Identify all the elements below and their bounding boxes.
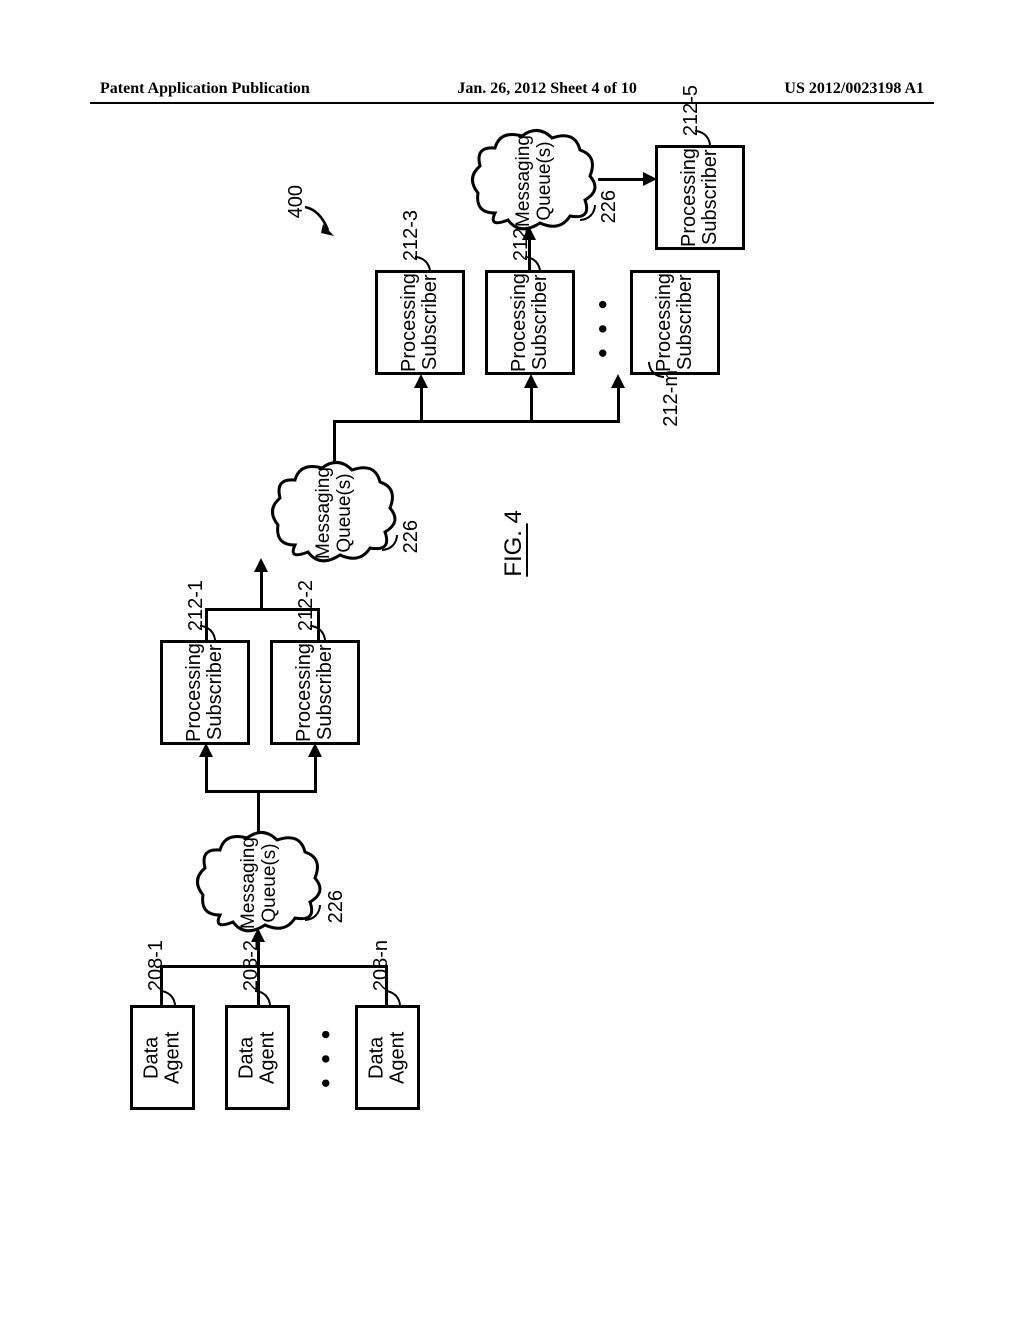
- label-data-agent: Data Agent: [142, 1031, 184, 1083]
- box-ps-3: Processing Subscriber: [375, 270, 465, 375]
- arrow: [385, 968, 388, 1005]
- arrow: [257, 790, 317, 793]
- arrow: [205, 610, 208, 640]
- header-center: Jan. 26, 2012 Sheet 4 of 10: [457, 80, 637, 98]
- leader-212-m: [648, 362, 664, 378]
- label-processing-subscriber: Processing Subscriber: [509, 273, 551, 372]
- arrow: [420, 420, 620, 423]
- figure-400: 400 Data Agent 208-1 Data Agent 208-2 • …: [100, 150, 740, 1150]
- arrow: [260, 570, 263, 611]
- arrow: [160, 968, 163, 1005]
- figure-label: FIG. 4: [500, 510, 528, 577]
- label-processing-subscriber: Processing Subscriber: [184, 643, 226, 742]
- box-ps-5: Processing Subscriber: [655, 145, 745, 250]
- box-ps-2: Processing Subscriber: [270, 640, 360, 745]
- label-processing-subscriber: Processing Subscriber: [679, 148, 721, 247]
- arrow: [598, 178, 646, 181]
- arrowhead-icon: [308, 743, 322, 757]
- arrow: [205, 755, 208, 793]
- arrow: [257, 790, 260, 832]
- header-right: US 2012/0023198 A1: [784, 80, 924, 98]
- ref-226-b: 226: [400, 520, 423, 553]
- box-data-agent-n: Data Agent: [355, 1005, 420, 1110]
- label-messaging-queue: Messaging Queue(s): [314, 467, 356, 559]
- leader-212-5: [695, 130, 711, 146]
- arrow: [333, 420, 423, 423]
- label-data-agent: Data Agent: [237, 1031, 279, 1083]
- header-rule: [90, 102, 934, 104]
- arrow: [260, 965, 388, 968]
- cloud-queue-2: Messaging Queue(s): [270, 460, 400, 565]
- arrow: [420, 386, 423, 423]
- arrow: [528, 238, 531, 270]
- arrowhead-icon: [199, 743, 213, 757]
- arrow: [617, 386, 620, 423]
- arrow: [160, 965, 260, 968]
- arrow: [530, 386, 533, 423]
- arrowhead-icon: [254, 558, 268, 572]
- arrow: [257, 940, 260, 1005]
- ref-212-3: 212-3: [400, 210, 423, 261]
- ref-226-a: 226: [325, 890, 348, 923]
- label-data-agent: Data Agent: [367, 1031, 409, 1083]
- ref-212-m: 212-m: [660, 370, 683, 427]
- arrow: [317, 610, 320, 640]
- ref-212-2: 212-2: [295, 580, 318, 631]
- box-data-agent-1: Data Agent: [130, 1005, 195, 1110]
- arrowhead-icon: [643, 172, 657, 186]
- leader-400: [300, 202, 340, 242]
- label-processing-subscriber: Processing Subscriber: [654, 273, 696, 372]
- box-ps-4: Processing Subscriber: [485, 270, 575, 375]
- ref-226-c: 226: [598, 190, 621, 223]
- label-messaging-queue: Messaging Queue(s): [514, 135, 556, 227]
- ellipsis-data-agents: • • •: [310, 1030, 341, 1092]
- leader-212-3: [415, 256, 431, 272]
- arrowhead-icon: [524, 374, 538, 388]
- arrow: [333, 422, 336, 462]
- box-ps-m: Processing Subscriber: [630, 270, 720, 375]
- page-header: Patent Application Publication Jan. 26, …: [0, 80, 1024, 98]
- label-messaging-queue: Messaging Queue(s): [239, 837, 281, 929]
- arrow: [314, 755, 317, 793]
- label-processing-subscriber: Processing Subscriber: [294, 643, 336, 742]
- box-data-agent-2: Data Agent: [225, 1005, 290, 1110]
- label-processing-subscriber: Processing Subscriber: [399, 273, 441, 372]
- box-ps-1: Processing Subscriber: [160, 640, 250, 745]
- arrow: [205, 790, 260, 793]
- ellipsis-ps-middle: • • •: [587, 300, 618, 362]
- leader-212-1: [200, 625, 216, 641]
- arrowhead-icon: [611, 374, 625, 388]
- header-left: Patent Application Publication: [100, 80, 310, 98]
- arrowhead-icon: [414, 374, 428, 388]
- ref-212-5: 212-5: [680, 85, 703, 136]
